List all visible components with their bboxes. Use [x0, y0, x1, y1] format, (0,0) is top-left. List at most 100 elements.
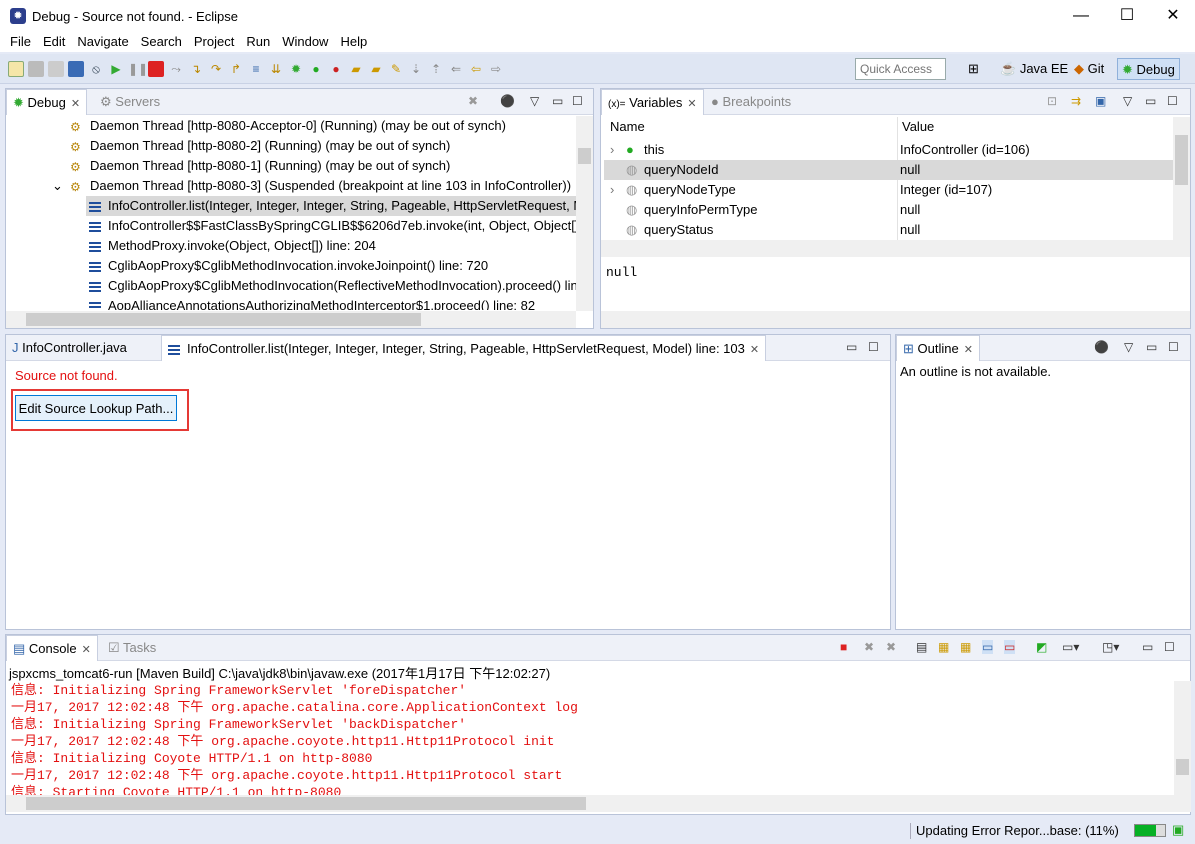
detail-pane[interactable]: null — [606, 265, 637, 280]
run-external-tools-icon[interactable]: ● — [328, 61, 344, 77]
terminal-icon[interactable] — [68, 60, 84, 77]
stack-frame[interactable]: AopAllianceAnnotationsAuthorizingMethodI… — [86, 296, 576, 310]
chevron-right-icon[interactable]: › — [604, 140, 626, 160]
back-icon[interactable]: ⇦ — [468, 61, 484, 77]
open-perspective-icon[interactable]: ⊞ — [964, 58, 983, 80]
scroll-thumb[interactable] — [26, 313, 421, 326]
stack-frame[interactable]: MethodProxy.invoke(Object, Object[]) lin… — [86, 236, 576, 256]
menu-project[interactable]: Project — [188, 32, 240, 52]
tab-debug[interactable]: ✹ Debug ✕ — [6, 89, 88, 115]
chevron-down-icon[interactable]: ⌄ — [52, 176, 70, 196]
stack-frame[interactable]: CglibAopProxy$CglibMethodInvocation.invo… — [86, 256, 576, 276]
tree-item-thread-suspended[interactable]: ⌄ ⚙ Daemon Thread [http-8080-3] (Suspended… — [52, 176, 576, 196]
maximize-view-icon[interactable]: ☐ — [868, 340, 879, 354]
view-menu-icon[interactable]: ▽ — [530, 94, 539, 108]
open-console-icon[interactable]: ◳▾ — [1102, 640, 1119, 654]
tab-breakpoints[interactable]: ● Breakpoints — [705, 89, 797, 115]
horizontal-scrollbar[interactable] — [601, 240, 1190, 257]
scroll-thumb[interactable] — [26, 797, 586, 810]
step-return-icon[interactable]: ↱ — [228, 61, 244, 77]
layout-icon[interactable]: ▣ — [1095, 94, 1106, 108]
remove-all-terminated-icon[interactable]: ✖ — [886, 640, 896, 654]
tree-item-thread[interactable]: ⚙ Daemon Thread [http-8080-2] (Running) (… — [70, 136, 576, 156]
remove-launch-icon[interactable]: ✖ — [864, 640, 874, 654]
tab-outline[interactable]: ⊞ Outline ✕ — [896, 335, 980, 361]
terminate-icon[interactable]: ■ — [840, 640, 847, 654]
step-over-icon[interactable]: ↷ — [208, 61, 224, 77]
quick-access-input[interactable] — [855, 58, 946, 80]
close-tab-icon[interactable]: ✕ — [82, 644, 91, 656]
horizontal-scrollbar[interactable] — [6, 795, 1191, 812]
menu-window[interactable]: Window — [276, 32, 334, 52]
progress-text[interactable]: Updating Error Repor...base: (11%) — [916, 823, 1119, 838]
search-icon[interactable]: ✎ — [388, 61, 404, 77]
maximize-view-icon[interactable]: ☐ — [1164, 640, 1175, 654]
minimize-view-icon[interactable]: ▭ — [846, 340, 857, 354]
maximize-view-icon[interactable]: ☐ — [572, 94, 583, 108]
edit-source-lookup-path-button[interactable]: Edit Source Lookup Path... — [15, 395, 177, 421]
menu-navigate[interactable]: Navigate — [71, 32, 134, 52]
variable-row[interactable]: › ◍ queryNodeType Integer (id=107) — [604, 180, 1174, 200]
tree-item-thread[interactable]: ⚙ Daemon Thread [http-8080-1] (Running) (… — [70, 156, 576, 176]
progress-bar[interactable] — [1134, 824, 1166, 837]
maximize-button[interactable]: ☐ — [1104, 0, 1150, 32]
perspective-java-ee[interactable]: ☕ Java EE — [996, 58, 1072, 80]
stack-frame[interactable]: InfoController.list(Integer, Integer, In… — [86, 196, 576, 216]
minimize-view-icon[interactable]: ▭ — [1146, 340, 1157, 354]
collapse-all-icon[interactable]: ⇉ — [1071, 94, 1081, 108]
view-menu-icon[interactable]: ▽ — [1124, 340, 1133, 354]
close-tab-icon[interactable]: ✕ — [687, 98, 696, 110]
debug-icon[interactable]: ✹ — [288, 61, 304, 77]
column-header-value[interactable]: Value — [902, 117, 934, 137]
focus-icon[interactable]: ⚫ — [1094, 340, 1109, 354]
variable-row[interactable]: ◍ queryNodeId null — [604, 160, 1174, 180]
close-tab-icon[interactable]: ✕ — [964, 344, 973, 356]
variable-row[interactable]: ◍ queryInfoPermType null — [604, 200, 1174, 220]
skip-breakpoints-icon[interactable]: ⦸ — [88, 61, 104, 77]
menu-help[interactable]: Help — [334, 32, 373, 52]
tab-servers[interactable]: ⚙ Servers — [94, 89, 166, 115]
close-button[interactable]: ✕ — [1150, 0, 1195, 32]
tab-source-not-found[interactable]: InfoController.list(Integer, Integer, In… — [161, 335, 767, 361]
clear-console-icon[interactable]: ▤ — [916, 640, 927, 654]
display-console-icon[interactable]: ▭▾ — [1062, 640, 1079, 654]
tab-console[interactable]: ▤ Console ✕ — [6, 635, 98, 661]
stack-frame[interactable]: CglibAopProxy$CglibMethodInvocation(Refl… — [86, 276, 576, 296]
variable-row[interactable]: ◍ queryStatus null — [604, 220, 1174, 240]
forward-icon[interactable]: ⇨ — [488, 61, 504, 77]
pin-console-icon[interactable]: ◩ — [1036, 640, 1047, 654]
tab-infocontroller-java[interactable]: J InfoController.java — [6, 335, 133, 361]
show-type-names-icon[interactable]: ⊡ — [1047, 94, 1057, 108]
collapse-icon[interactable]: ⚫ — [500, 94, 515, 108]
minimize-view-icon[interactable]: ▭ — [1142, 640, 1153, 654]
drop-to-frame-icon[interactable]: ≡ — [248, 61, 264, 77]
scroll-thumb[interactable] — [578, 148, 591, 164]
tab-variables[interactable]: (x)= Variables ✕ — [601, 89, 704, 115]
vertical-scrollbar[interactable] — [576, 116, 593, 311]
vertical-scrollbar[interactable] — [1174, 681, 1191, 795]
tree-item-thread[interactable]: ⚙ Daemon Thread [http-8080-Acceptor-0] (R… — [70, 116, 576, 136]
chevron-right-icon[interactable]: › — [604, 180, 626, 200]
maximize-view-icon[interactable]: ☐ — [1167, 94, 1178, 108]
open-type-icon[interactable]: ▰ — [348, 61, 364, 77]
progress-view-icon[interactable]: ▣ — [1172, 822, 1184, 838]
use-step-filters-icon[interactable]: ⇊ — [268, 61, 284, 77]
new-icon[interactable] — [8, 60, 24, 77]
scroll-thumb[interactable] — [1176, 759, 1189, 775]
scroll-lock-icon[interactable]: ▦ — [938, 640, 949, 654]
resume-icon[interactable]: ▶ — [108, 61, 124, 77]
menu-search[interactable]: Search — [135, 32, 188, 52]
perspective-debug[interactable]: ✹ Debug — [1117, 58, 1180, 80]
variable-row[interactable]: › ● this InfoController (id=106) — [604, 140, 1174, 160]
previous-annotation-icon[interactable]: ⇡ — [428, 61, 444, 77]
console-output[interactable]: 信息: Initializing Spring FrameworkServlet… — [6, 681, 1174, 795]
column-header-name[interactable]: Name — [610, 117, 645, 137]
step-into-icon[interactable]: ↴ — [188, 61, 204, 77]
open-task-icon[interactable]: ▰ — [368, 61, 384, 77]
tab-tasks[interactable]: ☑ Tasks — [102, 635, 162, 661]
suspend-icon[interactable]: ❚❚ — [128, 61, 148, 77]
disconnect-icon[interactable]: ⤳ — [168, 61, 184, 77]
last-edit-location-icon[interactable]: ⇐ — [448, 61, 464, 77]
perspective-git[interactable]: ◆ Git — [1070, 58, 1108, 80]
terminate-icon[interactable] — [148, 60, 164, 77]
